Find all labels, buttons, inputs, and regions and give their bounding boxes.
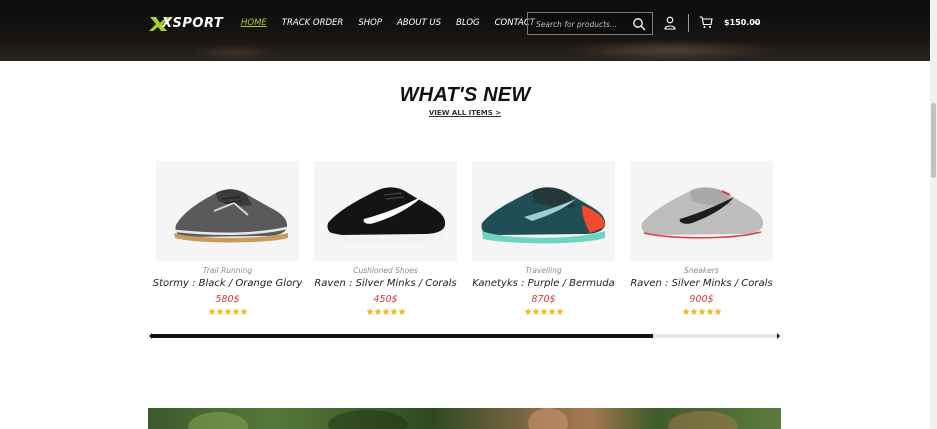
product-price: 580$ <box>215 294 240 305</box>
scroll-left-arrow-icon[interactable] <box>149 333 152 339</box>
nav-track-order[interactable]: TRACK ORDER <box>282 18 344 28</box>
product-category: Travelling <box>525 266 562 275</box>
product-category: Sneakers <box>684 266 719 275</box>
product-price: 900$ <box>689 294 714 305</box>
view-all-items-link[interactable]: VIEW ALL ITEMS > <box>0 109 930 117</box>
product-rating-stars: ★★★★★ <box>681 307 723 318</box>
product-image[interactable] <box>156 161 299 261</box>
main-nav: HOME TRACK ORDER SHOP ABOUT US BLOG CONT… <box>241 18 550 28</box>
section-title: WHAT'S NEW <box>399 84 531 106</box>
product-name[interactable]: Raven : Silver Minks / Corals <box>620 278 783 289</box>
product-image[interactable] <box>472 161 615 261</box>
product-name[interactable]: Stormy : Black / Orange Glory <box>146 278 309 289</box>
product-rating-stars: ★★★★★ <box>207 307 249 318</box>
search-input[interactable] <box>536 17 628 31</box>
carousel-scroll-thumb[interactable] <box>151 334 653 338</box>
shoe-image-icon <box>640 187 764 244</box>
shoe-image-icon <box>326 187 446 244</box>
nav-blog[interactable]: BLOG <box>456 18 480 28</box>
nav-home[interactable]: HOME <box>241 18 267 28</box>
product-rating-stars: ★★★★★ <box>523 307 565 318</box>
chevron-down-icon[interactable] <box>753 19 761 27</box>
product-price: 870$ <box>531 294 556 305</box>
shoe-image-icon <box>174 189 288 243</box>
search-box <box>527 12 653 35</box>
search-icon[interactable] <box>632 17 646 31</box>
product-name[interactable]: Kanetyks : Purple / Bermuda <box>462 278 625 289</box>
site-header: XSPORT HOME TRACK ORDER SHOP ABOUT US BL… <box>0 0 930 61</box>
page: XSPORT HOME TRACK ORDER SHOP ABOUT US BL… <box>0 0 937 429</box>
product-category: Trail Running <box>202 266 253 275</box>
product-image[interactable] <box>314 161 457 261</box>
shoe-image-icon <box>481 187 606 244</box>
scroll-right-arrow-icon[interactable] <box>777 333 780 339</box>
product-image[interactable] <box>630 161 773 261</box>
promo-banner-image <box>148 408 781 429</box>
nav-shop[interactable]: SHOP <box>358 18 382 28</box>
page-scrollbar[interactable] <box>930 0 937 429</box>
logo-text[interactable]: XSPORT <box>162 16 223 31</box>
user-account-icon[interactable] <box>664 16 676 30</box>
product-category: Cushioned Shoes <box>353 266 418 275</box>
cart-icon[interactable] <box>699 16 713 29</box>
product-price: 450$ <box>373 294 398 305</box>
nav-about-us[interactable]: ABOUT US <box>397 18 441 28</box>
product-name[interactable]: Raven : Silver Minks / Corals <box>304 278 467 289</box>
page-scrollbar-thumb[interactable] <box>931 103 936 178</box>
product-rating-stars: ★★★★★ <box>365 307 407 318</box>
header-divider <box>688 14 689 32</box>
